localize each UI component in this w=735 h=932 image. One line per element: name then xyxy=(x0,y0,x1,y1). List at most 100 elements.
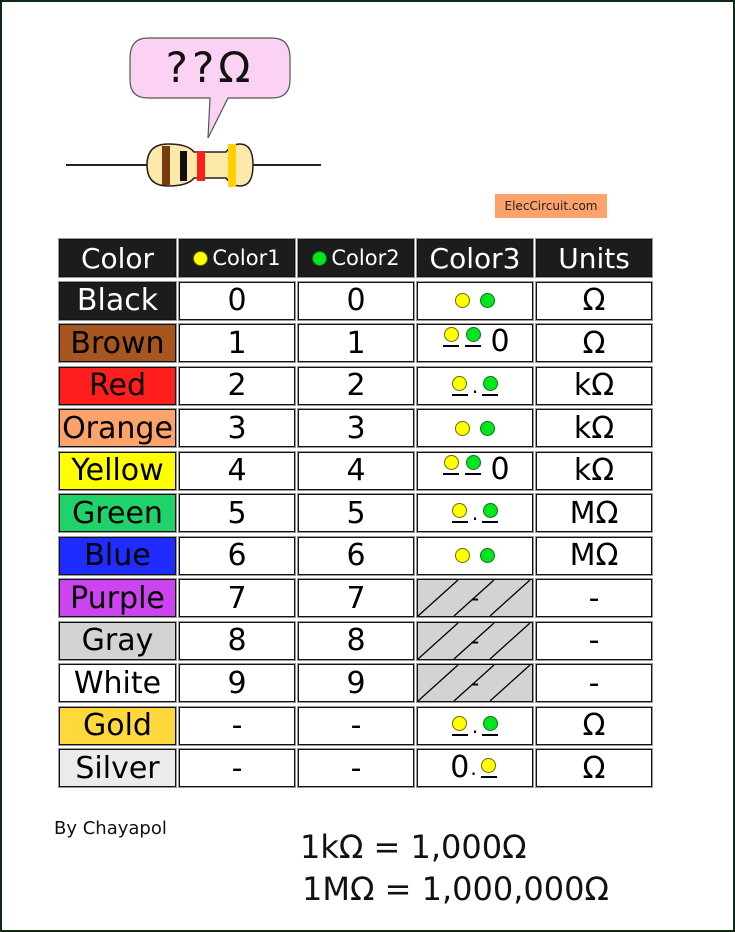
underlined-yellow-dot xyxy=(443,327,460,347)
multiplier-cell: . xyxy=(416,365,534,406)
color-name-cell: White xyxy=(58,663,177,703)
yellow-dot-icon xyxy=(452,375,468,391)
green-dot-icon xyxy=(465,327,481,342)
header-color2: Color2 xyxy=(297,238,415,278)
digit2-cell: 7 xyxy=(297,578,415,618)
units-cell: Ω xyxy=(535,748,653,788)
resistor-band-4 xyxy=(228,144,236,187)
underline xyxy=(451,393,468,396)
yellow-dot-icon xyxy=(443,454,459,470)
digit2-cell: 8 xyxy=(297,620,415,661)
underline xyxy=(480,776,497,778)
units-cell: - xyxy=(535,620,653,661)
color-name-cell: Purple xyxy=(58,578,177,618)
resistor-band-2 xyxy=(180,151,187,181)
yellow-dot-icon xyxy=(455,548,470,563)
units-cell: kΩ xyxy=(535,365,653,406)
yellow-dot-icon xyxy=(455,420,470,436)
digit2-cell: - xyxy=(297,705,415,746)
green-dot-icon xyxy=(480,293,495,308)
digit2-cell: 2 xyxy=(297,365,415,406)
multiplier-cell xyxy=(416,280,534,321)
digit1-cell: 9 xyxy=(178,663,296,703)
brand-label[interactable]: ElecCircuit.com xyxy=(495,194,607,218)
speech-bubble-text: ??Ω xyxy=(165,42,255,92)
author-credit: By Chayapol xyxy=(54,818,167,839)
underline xyxy=(482,733,499,736)
color-name-cell: Blue xyxy=(58,535,177,576)
units-cell: Ω xyxy=(535,705,653,746)
digit2-cell: 5 xyxy=(297,493,415,533)
multiplier-cell: . xyxy=(416,705,534,746)
green-dot-icon xyxy=(482,503,498,518)
yellow-dot-icon xyxy=(452,715,468,731)
multiplier-cell xyxy=(416,535,534,576)
underlined-green-dot xyxy=(482,503,499,523)
formula-mega: 1MΩ = 1,000,000Ω xyxy=(302,870,609,908)
color-name-cell: Yellow xyxy=(58,450,177,491)
digit2-cell: 1 xyxy=(297,323,415,363)
digit1-cell: 8 xyxy=(178,620,296,661)
yellow-dot-icon xyxy=(452,503,468,518)
green-dot-icon xyxy=(480,548,495,563)
underline xyxy=(465,345,482,347)
digit1-cell: 3 xyxy=(178,408,296,448)
units-cell: MΩ xyxy=(535,535,653,576)
color-name-cell: Silver xyxy=(58,748,177,788)
underline xyxy=(482,393,499,396)
digit2-cell: 4 xyxy=(297,450,415,491)
decimal-point: . xyxy=(471,373,479,398)
decimal-point: . xyxy=(471,501,479,525)
color-name-cell: Black xyxy=(58,280,177,321)
digit2-cell: 6 xyxy=(297,535,415,576)
green-dot-icon xyxy=(480,420,495,436)
underline xyxy=(443,345,460,347)
multiplier-cell-na: - xyxy=(416,578,534,618)
underlined-yellow-dot xyxy=(443,454,460,475)
underlined-green-dot xyxy=(482,715,499,736)
yellow-dot-icon xyxy=(455,293,470,308)
color-name-cell: Gray xyxy=(58,620,177,661)
underline xyxy=(443,472,460,475)
units-cell: kΩ xyxy=(535,450,653,491)
green-dot-icon xyxy=(482,375,498,391)
resistor-band-3 xyxy=(197,151,205,181)
multiplier-na-text: - xyxy=(470,626,480,655)
underline xyxy=(451,521,468,523)
multiplier-cell: 0 xyxy=(416,323,534,363)
color-name-cell: Green xyxy=(58,493,177,533)
header-color3: Color3 xyxy=(416,238,534,278)
formula-kilo: 1kΩ = 1,000Ω xyxy=(300,828,527,866)
multiplier-suffix: 0 xyxy=(490,324,510,359)
digit1-cell: - xyxy=(178,748,296,788)
underlined-yellow-dot xyxy=(451,715,468,736)
digit1-cell: 0 xyxy=(178,280,296,321)
color-name-cell: Red xyxy=(58,365,177,406)
units-cell: - xyxy=(535,578,653,618)
yellow-dot-icon xyxy=(443,327,459,342)
units-cell: - xyxy=(535,663,653,703)
underlined-green-dot xyxy=(465,454,482,475)
color-name-cell: Brown xyxy=(58,323,177,363)
underline xyxy=(482,521,499,523)
units-cell: Ω xyxy=(535,323,653,363)
multiplier-na-text: - xyxy=(470,584,480,612)
digit1-cell: 1 xyxy=(178,323,296,363)
yellow-dot-icon xyxy=(481,758,497,773)
multiplier-cell-na: - xyxy=(416,663,534,703)
yellow-dot-icon xyxy=(193,250,209,266)
multiplier-cell-na: - xyxy=(416,620,534,661)
multiplier-cell: . xyxy=(416,493,534,533)
green-dot-icon xyxy=(465,454,481,470)
underlined-yellow-dot xyxy=(451,503,468,523)
digit2-cell: 9 xyxy=(297,663,415,703)
underlined-yellow-dot xyxy=(480,758,497,778)
digit1-cell: 2 xyxy=(178,365,296,406)
decimal-point: . xyxy=(470,756,477,780)
green-dot-icon xyxy=(482,715,498,731)
color-name-cell: Gold xyxy=(58,705,177,746)
digit1-cell: 5 xyxy=(178,493,296,533)
header-color: Color xyxy=(58,238,177,278)
underlined-green-dot xyxy=(465,327,482,347)
color-name-cell: Orange xyxy=(58,408,177,448)
